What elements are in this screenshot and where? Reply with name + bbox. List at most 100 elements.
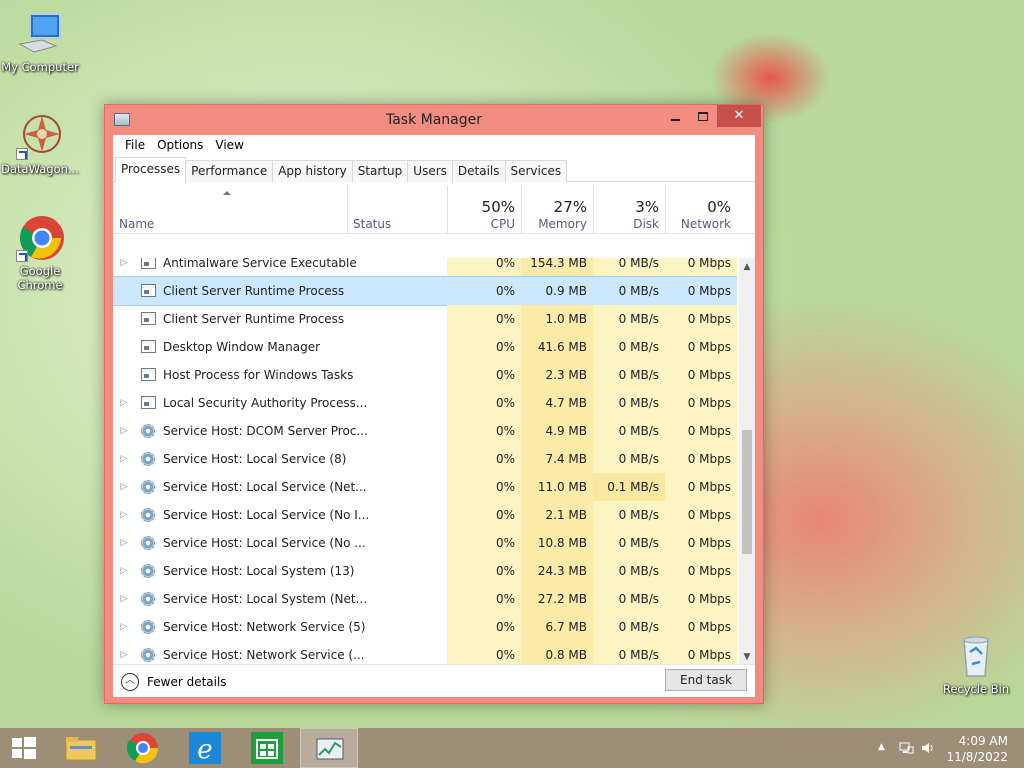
expand-chevron-icon[interactable]: ▷	[119, 557, 129, 585]
process-cpu: 0%	[447, 417, 521, 445]
process-cpu: 0%	[447, 501, 521, 529]
scroll-down-icon[interactable]: ▼	[739, 650, 755, 664]
process-row[interactable]: ▷ Local Security Authority Process... 0% 4.…	[113, 389, 737, 417]
process-row[interactable]: ▷ Service Host: Network Service (5) 0% 6.7 …	[113, 613, 737, 641]
tab-strip: Processes Performance App history Startu…	[113, 156, 755, 183]
process-cpu: 0%	[447, 361, 521, 389]
taskbar-internet-explorer[interactable]: e	[176, 728, 234, 768]
process-disk: 0 MB/s	[593, 641, 665, 664]
column-memory-header[interactable]: 27% Memory	[521, 182, 593, 234]
process-row[interactable]: ▷ Service Host: Local System (13) 0% 24.3 M…	[113, 557, 737, 585]
process-network: 0 Mbps	[665, 585, 737, 613]
scroll-up-icon[interactable]: ▲	[739, 260, 755, 274]
process-disk: 0 MB/s	[593, 585, 665, 613]
process-row[interactable]: ▷ Service Host: Local Service (Net... 0% 11…	[113, 473, 737, 501]
expand-chevron-icon[interactable]: ▷	[119, 389, 129, 417]
process-row[interactable]: Client Server Runtime Process 0% 1.0 MB 0 M…	[113, 305, 737, 333]
tab-users[interactable]: Users	[407, 160, 453, 182]
desktop-icon-label: My Computer	[1, 60, 79, 74]
process-row[interactable]: ▷ Service Host: DCOM Server Proc... 0% 4.9 …	[113, 417, 737, 445]
expand-chevron-icon[interactable]: ▷	[119, 585, 129, 613]
taskbar-store[interactable]	[238, 728, 296, 768]
volume-icon[interactable]	[920, 740, 936, 759]
column-disk-header[interactable]: 3% Disk	[593, 182, 665, 234]
end-task-button[interactable]: End task	[665, 669, 747, 691]
process-network: 0 Mbps	[665, 501, 737, 529]
process-memory: 6.7 MB	[521, 613, 593, 641]
title-bar[interactable]: Task Manager ✕	[105, 105, 763, 135]
process-name: Service Host: Local System (Net...	[163, 592, 368, 606]
shortcut-arrow-icon	[16, 250, 28, 262]
tab-performance[interactable]: Performance	[185, 160, 274, 182]
process-row[interactable]: Desktop Window Manager 0% 41.6 MB 0 MB/s 0 M…	[113, 333, 737, 361]
tab-startup[interactable]: Startup	[351, 160, 409, 182]
process-row[interactable]: ▷ Service Host: Local Service (No ... 0% 10…	[113, 529, 737, 557]
column-status-header[interactable]: Status	[347, 182, 447, 234]
close-button[interactable]: ✕	[717, 105, 761, 127]
expand-chevron-icon	[119, 305, 129, 333]
tab-details[interactable]: Details	[451, 160, 506, 182]
fewer-details-button[interactable]: ︿ Fewer details	[121, 673, 227, 691]
process-name: Service Host: Local Service (No ...	[163, 536, 366, 550]
vertical-scrollbar[interactable]: ▲ ▼	[739, 258, 755, 664]
memory-total-percent: 27%	[553, 198, 587, 216]
process-name: Service Host: Local System (13)	[163, 564, 355, 578]
process-disk: 0 MB/s	[593, 557, 665, 585]
maximize-button[interactable]	[689, 105, 717, 127]
clock[interactable]: 4:09 AM 11/8/2022	[946, 733, 1008, 765]
start-button[interactable]	[0, 728, 48, 768]
process-network: 0 Mbps	[665, 277, 737, 305]
process-disk: 0 MB/s	[593, 277, 665, 305]
process-row[interactable]: ▷ Service Host: Local Service (No I... 0% 2…	[113, 501, 737, 529]
tab-processes[interactable]: Processes	[115, 157, 187, 183]
expand-chevron-icon[interactable]: ▷	[119, 613, 129, 641]
process-disk: 0.1 MB/s	[593, 473, 665, 501]
process-network: 0 Mbps	[665, 417, 737, 445]
taskbar-chrome[interactable]	[114, 728, 172, 768]
process-row[interactable]: ▷ Service Host: Local Service (8) 0% 7.4 MB…	[113, 445, 737, 473]
process-row[interactable]: ▷ Antimalware Service Executable 0% 154.3 M…	[113, 258, 737, 277]
chevron-up-icon: ︿	[121, 673, 139, 691]
process-cpu: 0%	[447, 641, 521, 664]
expand-chevron-icon[interactable]: ▷	[119, 529, 129, 557]
process-row[interactable]: Host Process for Windows Tasks 0% 2.3 MB 0 …	[113, 361, 737, 389]
application-window-icon	[141, 396, 156, 410]
process-name: Host Process for Windows Tasks	[163, 368, 354, 382]
desktop-icon-my-computer[interactable]: My Computer	[0, 10, 80, 74]
taskbar-task-manager[interactable]	[300, 728, 358, 768]
expand-chevron-icon[interactable]: ▷	[119, 641, 129, 664]
disk-total-percent: 3%	[635, 198, 659, 216]
show-hidden-icons-icon[interactable]: ▲	[878, 742, 885, 752]
desktop-icon-datawagon[interactable]: DataWagon...	[0, 112, 80, 176]
process-row[interactable]: ▷ Service Host: Network Service (... 0% 0.8…	[113, 641, 737, 664]
desktop-icon-google-chrome[interactable]: Google Chrome	[0, 214, 80, 292]
expand-chevron-icon[interactable]: ▷	[119, 473, 129, 501]
expand-chevron-icon[interactable]: ▷	[119, 445, 129, 473]
column-cpu-label: CPU	[490, 217, 515, 231]
task-manager-icon	[316, 738, 344, 760]
expand-chevron-icon[interactable]: ▷	[119, 501, 129, 529]
process-name: Service Host: Local Service (No I...	[163, 508, 370, 522]
folder-icon	[65, 737, 97, 761]
menu-options[interactable]: Options	[151, 135, 209, 156]
process-row[interactable]: Client Server Runtime Process 0% 0.9 MB 0 M…	[113, 276, 737, 306]
minimize-button[interactable]	[661, 105, 689, 127]
network-icon[interactable]	[898, 740, 914, 759]
desktop-icon-recycle-bin[interactable]: Recycle Bin	[936, 632, 1016, 696]
menu-view[interactable]: View	[209, 135, 249, 156]
column-cpu-header[interactable]: 50% CPU	[447, 182, 521, 234]
menu-file[interactable]: File	[119, 135, 151, 156]
taskbar-file-explorer[interactable]	[52, 728, 110, 768]
expand-chevron-icon[interactable]: ▷	[119, 258, 129, 277]
tab-app-history[interactable]: App history	[272, 160, 353, 182]
column-network-header[interactable]: 0% Network	[665, 182, 737, 234]
scrollbar-thumb[interactable]	[742, 430, 752, 554]
column-name-header[interactable]: Name	[113, 182, 347, 234]
minimize-icon	[670, 118, 680, 121]
service-gear-icon	[141, 648, 156, 662]
process-row[interactable]: ▷ Service Host: Local System (Net... 0% 27.…	[113, 585, 737, 613]
tab-services[interactable]: Services	[504, 160, 568, 182]
process-name: Client Server Runtime Process	[163, 284, 345, 298]
process-cpu: 0%	[447, 258, 521, 277]
expand-chevron-icon[interactable]: ▷	[119, 417, 129, 445]
